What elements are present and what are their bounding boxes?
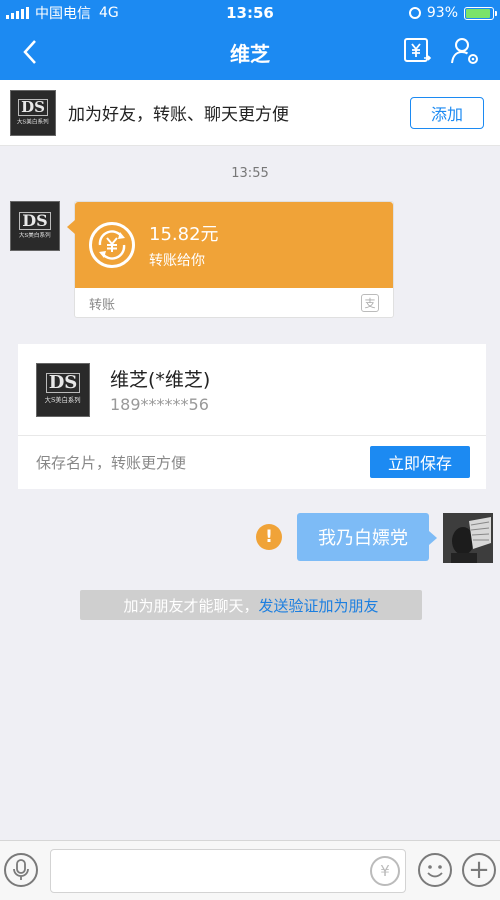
emoji-icon[interactable] xyxy=(418,853,452,887)
voice-icon[interactable] xyxy=(4,853,38,887)
message-input[interactable] xyxy=(50,849,406,893)
contact-phone: 189******56 xyxy=(110,395,209,414)
transfer-yen-icon xyxy=(89,222,135,268)
network-label: 4G xyxy=(99,5,119,21)
transfer-yen-icon[interactable]: ¥ xyxy=(370,856,400,886)
add-friend-bar: DS 大S美白系列 加为好友，转账、聊天更方便 添加 xyxy=(0,80,500,146)
nav-bar: 维芝 xyxy=(0,26,500,80)
contact-name: 维芝(*维芝) xyxy=(110,369,211,391)
alipay-icon: 支 xyxy=(361,294,379,312)
avatar-logo-text: DS xyxy=(19,211,51,230)
back-button[interactable] xyxy=(14,36,46,68)
my-message-text: 我乃白嫖党 xyxy=(318,528,408,549)
avatar[interactable]: DS 大S美白系列 xyxy=(10,89,56,136)
transfer-message[interactable]: 15.82元 转账给你 转账 支 xyxy=(67,201,394,318)
warning-icon[interactable]: ! xyxy=(256,524,282,550)
back-arrow-icon xyxy=(23,40,36,64)
transfer-amount: 15.82元 xyxy=(149,224,219,245)
battery-fill xyxy=(466,8,491,18)
contact-card: DS 大S美白系列 维芝(*维芝) 189******56 保存名片，转账更方便… xyxy=(18,344,486,489)
avatar-logo-subtext: 大S美白系列 xyxy=(45,397,81,405)
chat-timestamp: 13:55 xyxy=(231,166,269,181)
profile-settings-icon[interactable] xyxy=(450,36,480,66)
input-bar: ¥ + xyxy=(0,840,500,900)
battery-percent: 93% xyxy=(426,5,458,21)
carrier-label: 中国电信 xyxy=(35,6,91,22)
transfer-footer-label: 转账 xyxy=(89,297,116,313)
transfer-yen-icon[interactable] xyxy=(402,36,432,66)
header: 中国电信 4G 13:56 93% 维芝 xyxy=(0,0,500,80)
my-message-bubble[interactable]: 我乃白嫖党 xyxy=(297,513,437,561)
avatar-logo-text: DS xyxy=(45,373,81,393)
add-friend-button[interactable]: 添加 xyxy=(410,96,484,129)
avatar-logo-subtext: 大S美白系列 xyxy=(19,231,51,239)
avatar-logo-subtext: 大S美白系列 xyxy=(17,117,49,125)
my-avatar[interactable] xyxy=(443,513,493,563)
alarm-icon xyxy=(408,7,421,19)
add-friend-text: 加为好友，转账、聊天更方便 xyxy=(68,105,289,125)
status-bar: 中国电信 4G 13:56 93% xyxy=(0,0,500,26)
battery-icon xyxy=(464,6,497,20)
avatar-logo-text: DS xyxy=(18,98,48,116)
send-verification-link[interactable]: 发送验证加为朋友 xyxy=(259,595,379,616)
save-contact-button[interactable]: 立即保存 xyxy=(370,446,470,478)
sender-avatar[interactable]: DS 大S美白系列 xyxy=(10,201,60,251)
system-tip-text: 加为朋友才能聊天， xyxy=(123,596,259,615)
contact-avatar[interactable]: DS 大S美白系列 xyxy=(36,362,90,417)
transfer-subtitle: 转账给你 xyxy=(149,253,205,269)
contact-hint: 保存名片，转账更方便 xyxy=(36,453,187,472)
signal-icon xyxy=(6,7,29,19)
plus-icon[interactable]: + xyxy=(462,853,496,887)
system-tip: 加为朋友才能聊天， 发送验证加为朋友 xyxy=(80,590,422,620)
